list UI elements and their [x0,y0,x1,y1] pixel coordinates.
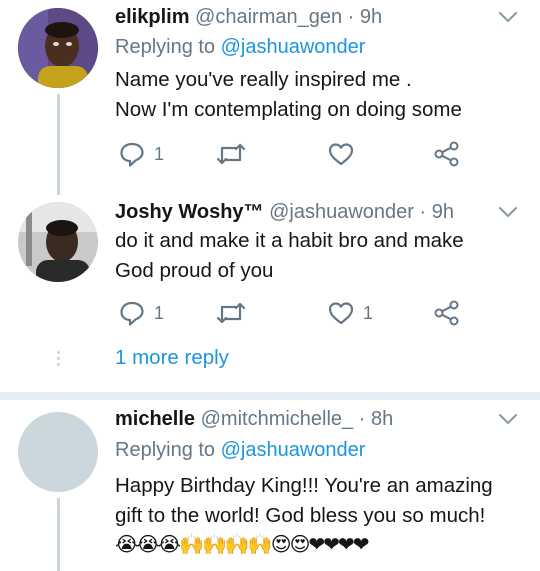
share-icon [434,141,459,167]
separator-dot: · [342,6,360,28]
tweet-michelle[interactable]: michelle @mitchmichelle_ · 8h Replying t… [0,400,540,571]
timestamp[interactable]: 9h [360,6,382,28]
tweet-text-line: gift to the world! God bless you so much… [115,504,486,527]
tweet-text-line: Now I'm contemplating on doing some [115,98,462,121]
more-replies-link[interactable]: 1 more reply [115,346,229,370]
collapsed-thread-dots [57,351,60,369]
tweet-text: Name you've really inspired me . Now I'm… [115,65,462,125]
like-icon [328,143,354,166]
tweet-header: Joshy Woshy™ @jashuawonder · 9h [115,201,454,224]
tweet-actions: 1 [115,140,475,170]
tweet-text: Happy Birthday King!!! You're an amazing… [115,471,493,531]
like-button[interactable]: 1 [327,299,373,327]
avatar-elikplim[interactable] [18,8,98,88]
reply-button[interactable]: 1 [118,299,164,327]
replying-to-link[interactable]: @jashuawonder [221,36,366,58]
tweet-text-line: Happy Birthday King!!! You're an amazing [115,474,493,497]
display-name[interactable]: Joshy Woshy™ [115,201,264,223]
chevron-down-icon[interactable] [498,205,518,224]
thread-line [57,498,60,571]
timestamp[interactable]: 9h [432,201,454,223]
reply-icon [120,301,144,326]
share-icon [434,300,459,326]
tweet-actions: 1 1 [115,299,475,329]
tweet-header: elikplim @chairman_gen · 9h [115,6,382,29]
tweet-text: do it and make it a habit bro and make G… [115,226,464,286]
separator-dot: · [353,408,371,430]
tweet-text-line: God proud of you [115,259,274,282]
tweet-text-line: do it and make it a habit bro and make [115,229,464,252]
avatar-joshy-woshy[interactable] [18,202,98,282]
replying-prefix: Replying to [115,36,221,58]
like-button[interactable] [327,140,355,168]
chevron-down-icon[interactable] [498,10,518,29]
emoji-row: 😭😭😭🙌🙌🙌🙌😍😍❤❤❤❤ [115,534,369,556]
like-icon [328,302,354,325]
retweet-button[interactable] [215,299,247,327]
replying-to-link[interactable]: @jashuawonder [221,439,366,461]
retweet-button[interactable] [215,140,247,168]
timestamp[interactable]: 8h [371,408,393,430]
reply-icon [120,142,144,167]
conversation-divider [0,392,540,400]
display-name[interactable]: elikplim [115,6,189,28]
tweet-text-line: Name you've really inspired me . [115,68,412,91]
avatar-michelle[interactable] [18,412,98,492]
retweet-icon [216,302,246,324]
user-handle[interactable]: @mitchmichelle_ [201,408,354,430]
chevron-down-icon[interactable] [498,412,518,431]
tweet-joshy-woshy[interactable]: Joshy Woshy™ @jashuawonder · 9h do it an… [0,195,540,395]
reply-count: 1 [154,302,165,323]
user-handle[interactable]: @chairman_gen [195,6,342,28]
like-count: 1 [363,302,374,323]
reply-button[interactable]: 1 [118,140,164,168]
replying-prefix: Replying to [115,439,221,461]
tweet-header: michelle @mitchmichelle_ · 8h [115,408,393,431]
thread-line [57,94,60,195]
separator-dot: · [413,201,432,223]
share-button[interactable] [433,140,461,168]
retweet-icon [216,143,246,165]
tweet-elikplim[interactable]: elikplim @chairman_gen · 9h Replying to … [0,0,540,195]
share-button[interactable] [433,299,461,327]
display-name[interactable]: michelle [115,408,195,430]
replying-to: Replying to @jashuawonder [115,439,365,462]
user-handle[interactable]: @jashuawonder [269,201,414,223]
reply-count: 1 [154,143,165,164]
replying-to: Replying to @jashuawonder [115,36,365,59]
